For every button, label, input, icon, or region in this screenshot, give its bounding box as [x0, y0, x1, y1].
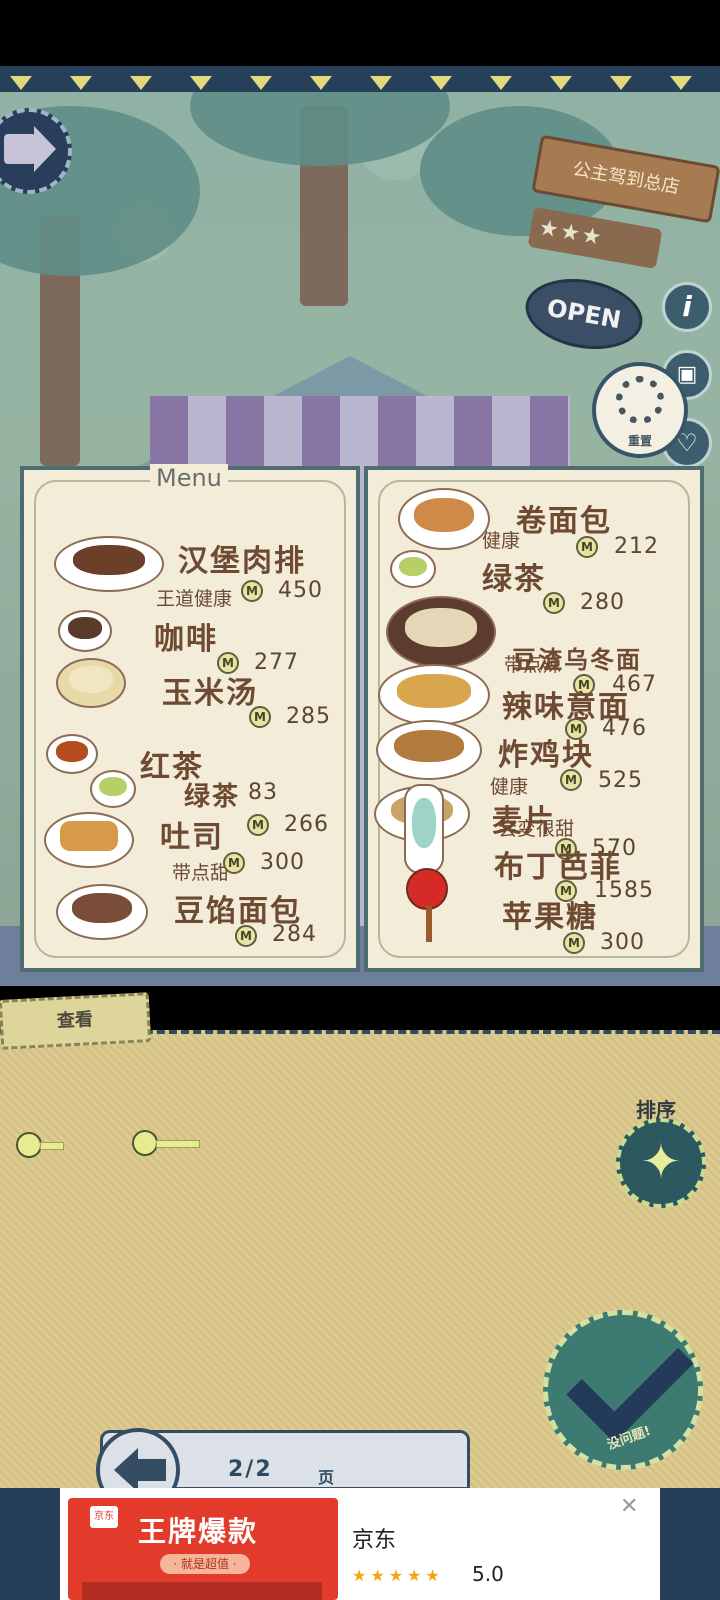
menu-item-price: 1585	[594, 878, 654, 903]
ad-headline: 王牌爆款	[138, 1515, 259, 1548]
menu-item-price: 450	[278, 578, 323, 603]
status-bar-area	[0, 0, 720, 66]
corn-soup-bowl-icon[interactable]	[56, 658, 126, 708]
menu-item-name[interactable]: 汉堡肉排	[178, 536, 306, 580]
arrow-left-icon-shaft	[136, 1459, 166, 1481]
candy-apple-icon[interactable]	[406, 868, 448, 910]
coin-icon: M	[241, 580, 263, 602]
coin-icon: M	[543, 592, 565, 614]
toast-dish-icon[interactable]	[44, 812, 134, 868]
candy-apple-stick	[426, 906, 432, 942]
menu-item-name[interactable]: 玉米汤	[162, 668, 258, 712]
customer-satisfaction-bar	[156, 1140, 200, 1148]
menu-item-name[interactable]: 炸鸡块	[498, 730, 594, 774]
menu-item-price: 300	[600, 930, 645, 955]
menu-item-price: 266	[284, 812, 329, 837]
jd-logo: 京东	[90, 1506, 118, 1528]
menu-item-price: 525	[598, 768, 643, 793]
menu-item-tag: 带点辣	[504, 654, 562, 676]
menu-item-price: 83	[248, 780, 278, 805]
info-icon[interactable]: i	[662, 282, 712, 332]
coin-icon: M	[247, 814, 269, 836]
menu-item-tag: 会变很甜	[498, 818, 575, 840]
menu-item-price: 212	[614, 534, 659, 559]
customer-face-icon	[132, 1130, 158, 1156]
coffee-cup-icon[interactable]	[58, 610, 112, 652]
menu-item-price: 284	[272, 922, 317, 947]
pudding-parfait-glass-icon[interactable]	[404, 784, 444, 874]
menu-item-name[interactable]: 吐司	[160, 812, 224, 856]
close-icon[interactable]: ✕	[620, 1494, 638, 1519]
fried-chicken-dish-icon[interactable]	[376, 720, 482, 780]
coin-icon: M	[560, 769, 582, 791]
reset-button[interactable]: 重置	[592, 362, 688, 458]
customer-satisfaction-bar	[40, 1142, 64, 1150]
ad-brand-name: 京东	[352, 1528, 397, 1553]
green-tea-cup-icon[interactable]	[90, 770, 136, 808]
bean-bun-dish-icon[interactable]	[56, 884, 148, 940]
menu-item-name[interactable]: 卷面包	[516, 496, 612, 540]
black-tea-cup-icon[interactable]	[46, 734, 98, 774]
coin-icon: M	[235, 925, 257, 947]
coin-icon: M	[223, 852, 245, 874]
ad-banner[interactable]: 京东 王牌爆款 · 就是超值 · ✕ 京东 ★★★★★ 5.0	[60, 1488, 660, 1600]
udon-bowl-icon[interactable]	[386, 596, 496, 668]
reset-label: 重置	[627, 434, 652, 448]
rolled-bread-dish-icon[interactable]	[398, 488, 490, 550]
reset-icon	[616, 376, 664, 424]
menu-item-name[interactable]: 绿茶	[184, 776, 240, 813]
hamburg-steak-dish-icon[interactable]	[54, 536, 164, 592]
bunting-banner	[0, 66, 720, 92]
checkmark-icon	[566, 1315, 694, 1443]
menu-item-tag: 健康	[482, 530, 521, 552]
menu-title: Menu	[150, 464, 228, 492]
menu-item-name[interactable]: 苹果糖	[502, 892, 598, 936]
coin-icon: M	[576, 536, 598, 558]
menu-item-tag: 带点甜	[172, 862, 230, 884]
page-indicator: 2/2	[228, 1457, 273, 1482]
coin-icon: M	[563, 932, 585, 954]
coin-icon: M	[249, 706, 271, 728]
green-tea-cup-icon[interactable]	[390, 550, 436, 588]
menu-item-price: 280	[580, 590, 625, 615]
menu-item-name[interactable]: 咖啡	[154, 614, 218, 658]
menu-item-price: 476	[602, 716, 647, 741]
view-tab[interactable]: 查看	[0, 992, 152, 1050]
page-unit-label: 页	[318, 1468, 335, 1487]
rating-value: 5.0	[472, 1562, 504, 1586]
customer-face-icon	[16, 1132, 42, 1158]
confirm-button[interactable]: 没问题!	[543, 1310, 703, 1470]
menu-item-price: 285	[286, 704, 331, 729]
spicy-pasta-dish-icon[interactable]	[378, 664, 490, 726]
rating-stars: ★★★★★	[352, 1566, 444, 1585]
sort-button[interactable]: ✦	[616, 1118, 706, 1208]
arrow-left-icon	[114, 1448, 138, 1492]
ad-subline: · 就是超值 ·	[160, 1554, 250, 1574]
menu-item-price: 277	[254, 650, 299, 675]
ad-product-strip	[82, 1582, 322, 1600]
ad-image[interactable]: 京东 王牌爆款 · 就是超值 ·	[68, 1498, 338, 1600]
menu-item-tag: 王道健康	[156, 588, 233, 610]
arrow-right-icon	[4, 134, 36, 164]
menu-item-tag: 健康	[490, 776, 529, 798]
menu-item-name[interactable]: 绿茶	[482, 554, 546, 598]
menu-item-price: 300	[260, 850, 305, 875]
arrow-right-icon-tip	[34, 126, 56, 172]
